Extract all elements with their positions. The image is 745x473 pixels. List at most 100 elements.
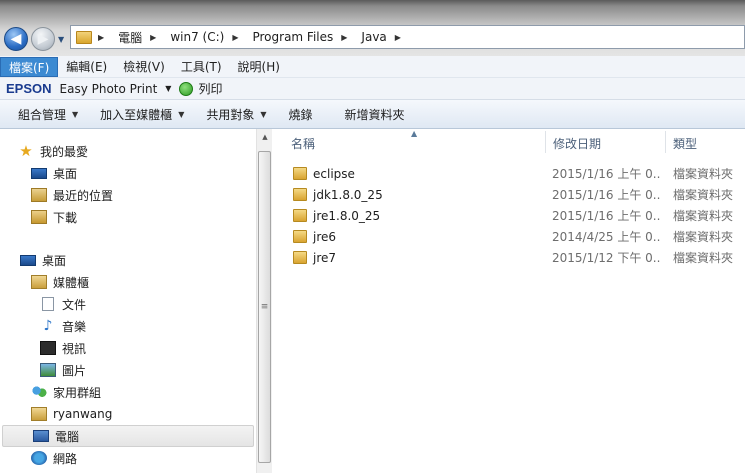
downloads-icon — [31, 210, 47, 224]
nav-homegroup-label: 家用群組 — [53, 385, 102, 400]
scroll-thumb[interactable]: ≡ — [258, 151, 271, 463]
nav-downloads-label: 下載 — [53, 210, 78, 225]
address-bar[interactable]: ▶ 電腦 ▶ win7 (C:) ▶ Program Files ▶ Java ▶ — [70, 25, 745, 49]
nav-recent-places[interactable]: 最近的位置 — [0, 184, 256, 206]
epson-toolbar: EPSON Easy Photo Print ▼ 列印 — [0, 78, 745, 100]
nav-desktop-label: 桌面 — [42, 253, 67, 268]
forward-button[interactable]: ▶ — [31, 27, 55, 51]
file-type: 檔案資料夾 — [673, 167, 734, 181]
column-header-type[interactable]: 類型 — [673, 131, 743, 155]
file-row[interactable]: jre1.8.0_25 2015/1/16 上午 0... 檔案資料夾 — [273, 205, 745, 226]
print-button[interactable]: 列印 — [198, 80, 222, 97]
nav-favorites-label: 我的最愛 — [40, 144, 89, 159]
file-row[interactable]: eclipse 2015/1/16 上午 0... 檔案資料夾 — [273, 163, 745, 184]
column-divider[interactable] — [665, 131, 666, 153]
chevron-right-icon[interactable]: ▶ — [341, 33, 347, 42]
share-with-button[interactable]: 共用對象 ▼ — [196, 100, 276, 128]
menu-bar: 檔案(F) 編輯(E) 檢視(V) 工具(T) 說明(H) — [0, 56, 745, 78]
share-with-label: 共用對象 — [206, 107, 255, 122]
menu-view[interactable]: 檢視(V) — [115, 57, 173, 77]
nav-videos[interactable]: 視訊 — [0, 337, 256, 359]
star-icon: ★ — [19, 142, 33, 160]
new-folder-button[interactable]: 新增資料夾 — [335, 100, 415, 128]
file-row[interactable]: jre7 2015/1/12 下午 0... 檔案資料夾 — [273, 247, 745, 268]
print-icon[interactable] — [179, 81, 194, 96]
nav-computer[interactable]: 電腦 — [2, 425, 254, 447]
nav-computer-label: 電腦 — [55, 429, 80, 444]
nav-user-label: ryanwang — [53, 407, 113, 421]
breadcrumb-computer[interactable]: 電腦 ▶ — [118, 29, 164, 46]
recent-pages-dropdown-icon[interactable]: ▼ — [58, 35, 64, 44]
nav-music[interactable]: ♪ 音樂 — [0, 315, 256, 337]
video-icon — [40, 341, 56, 355]
homegroup-icon — [31, 385, 47, 399]
file-type: 檔案資料夾 — [673, 209, 734, 223]
column-header-name[interactable]: 名稱 — [291, 131, 541, 155]
breadcrumb-drive[interactable]: win7 (C:) ▶ — [170, 30, 246, 44]
column-header-date[interactable]: 修改日期 — [553, 131, 663, 155]
file-date: 2015/1/16 上午 0... — [552, 188, 660, 202]
chevron-down-icon: ▼ — [178, 109, 185, 119]
folder-icon — [293, 188, 307, 201]
file-name: jdk1.8.0_25 — [313, 187, 383, 202]
nav-libraries-label: 媒體櫃 — [53, 275, 90, 290]
menu-help[interactable]: 說明(H) — [230, 57, 288, 77]
folder-icon — [293, 209, 307, 222]
menu-file[interactable]: 檔案(F) — [0, 56, 59, 77]
network-icon — [31, 451, 47, 465]
nav-user[interactable]: ryanwang — [0, 403, 256, 425]
chevron-right-icon[interactable]: ▶ — [98, 33, 104, 42]
chevron-down-icon: ▼ — [260, 109, 267, 119]
pictures-icon — [40, 363, 56, 377]
breadcrumb-label: Program Files — [252, 30, 334, 44]
nav-libraries[interactable]: 媒體櫃 — [0, 271, 256, 293]
file-date: 2014/4/25 上午 0... — [552, 230, 660, 244]
column-divider[interactable] — [545, 131, 546, 153]
command-bar: 組合管理 ▼ 加入至媒體櫃 ▼ 共用對象 ▼ 燒錄 新增資料夾 — [0, 100, 745, 129]
breadcrumb-java[interactable]: Java ▶ — [361, 30, 409, 44]
nav-pictures[interactable]: 圖片 — [0, 359, 256, 381]
scroll-up-arrow-icon[interactable]: ▲ — [257, 129, 273, 146]
nav-desktop-favorite-label: 桌面 — [53, 166, 78, 181]
file-type: 檔案資料夾 — [673, 251, 734, 265]
nav-desktop-favorite[interactable]: 桌面 — [0, 162, 256, 184]
file-name: jre6 — [313, 229, 337, 244]
chevron-down-icon: ▼ — [72, 109, 79, 119]
menu-edit[interactable]: 編輯(E) — [58, 57, 115, 77]
back-button[interactable]: ◀ — [4, 27, 28, 51]
file-name: eclipse — [313, 166, 355, 181]
chevron-down-icon[interactable]: ▼ — [165, 84, 171, 93]
breadcrumb-program-files[interactable]: Program Files ▶ — [252, 30, 355, 44]
include-in-library-button[interactable]: 加入至媒體櫃 ▼ — [90, 100, 194, 128]
libraries-icon — [31, 275, 47, 289]
burn-button[interactable]: 燒錄 — [279, 100, 323, 128]
breadcrumb-label: Java — [361, 30, 387, 44]
nav-music-label: 音樂 — [62, 319, 87, 334]
menu-tools[interactable]: 工具(T) — [173, 57, 230, 77]
folder-icon — [293, 230, 307, 243]
nav-downloads[interactable]: 下載 — [0, 206, 256, 228]
chevron-right-icon[interactable]: ▶ — [150, 33, 156, 42]
nav-homegroup[interactable]: 家用群組 — [0, 381, 256, 403]
file-row[interactable]: jre6 2014/4/25 上午 0... 檔案資料夾 — [273, 226, 745, 247]
music-icon: ♪ — [43, 318, 53, 334]
nav-desktop[interactable]: 桌面 — [0, 249, 256, 271]
file-date: 2015/1/16 上午 0... — [552, 167, 660, 181]
nav-pictures-label: 圖片 — [62, 363, 87, 378]
nav-network[interactable]: 網路 — [0, 447, 256, 469]
easy-photo-print-button[interactable]: Easy Photo Print — [60, 82, 158, 96]
organize-button[interactable]: 組合管理 ▼ — [8, 100, 88, 128]
nav-documents[interactable]: 文件 — [0, 293, 256, 315]
nav-favorites[interactable]: ★ 我的最愛 — [0, 140, 256, 162]
computer-icon — [33, 430, 49, 442]
breadcrumb-label: 電腦 — [118, 30, 143, 45]
breadcrumb-root[interactable]: ▶ — [98, 33, 112, 42]
file-row[interactable]: jdk1.8.0_25 2015/1/16 上午 0... 檔案資料夾 — [273, 184, 745, 205]
chevron-right-icon[interactable]: ▶ — [395, 33, 401, 42]
epson-logo: EPSON — [6, 81, 52, 96]
navigation-scrollbar[interactable]: ▲ ≡ — [256, 129, 272, 473]
file-date: 2015/1/12 下午 0... — [552, 251, 660, 265]
breadcrumb-label: win7 (C:) — [170, 30, 225, 44]
nav-network-label: 網路 — [53, 451, 78, 466]
chevron-right-icon[interactable]: ▶ — [232, 33, 238, 42]
